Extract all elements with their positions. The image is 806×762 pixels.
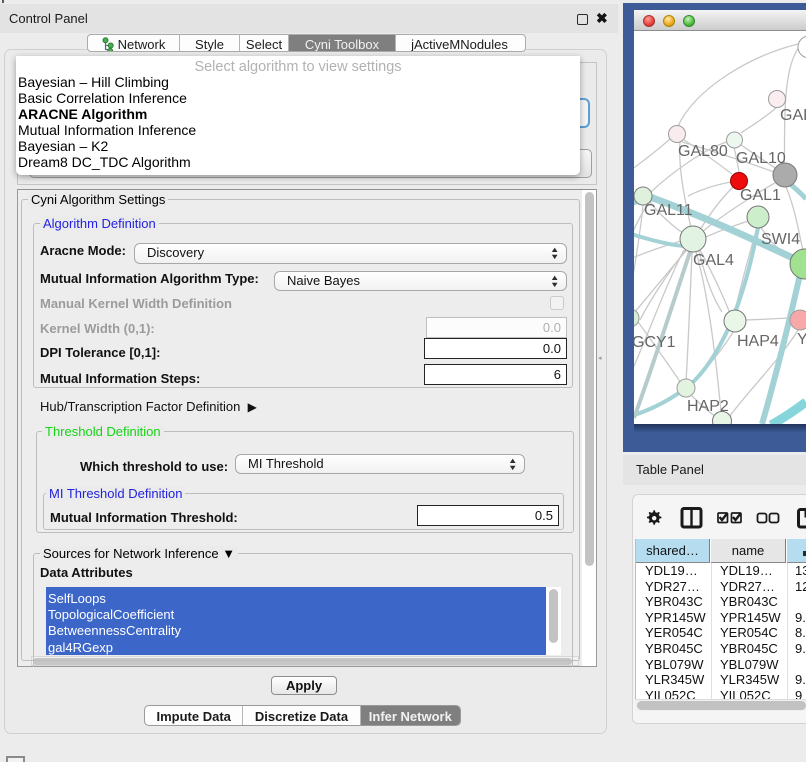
svg-text:GAL4: GAL4 <box>693 252 734 269</box>
svg-text:GAL1: GAL1 <box>740 187 781 204</box>
svg-text:SWI4: SWI4 <box>761 231 800 248</box>
svg-text:Y: Y <box>797 331 806 348</box>
svg-text:HAP4: HAP4 <box>737 333 779 350</box>
svg-text:GAL: GAL <box>780 107 806 124</box>
svg-text:GCY1: GCY1 <box>634 334 676 351</box>
svg-text:GAL10: GAL10 <box>736 150 786 167</box>
svg-text:GAL11: GAL11 <box>644 202 693 219</box>
svg-text:HAP2: HAP2 <box>687 398 729 415</box>
svg-text:GAL80: GAL80 <box>678 143 728 160</box>
